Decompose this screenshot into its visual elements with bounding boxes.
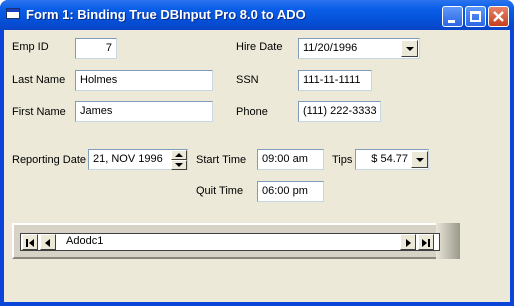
- quit-time-field[interactable]: 06:00 pm: [257, 181, 324, 202]
- minimize-icon: [448, 20, 455, 23]
- form-client-area: Emp ID 7 Last Name Holmes First Name Jam…: [4, 30, 510, 302]
- start-time-field[interactable]: 09:00 am: [257, 149, 324, 170]
- reporting-date-spin-up[interactable]: [171, 150, 187, 160]
- next-record-icon: [406, 239, 411, 247]
- last-name-label: Last Name: [12, 74, 66, 86]
- tips-label: Tips: [332, 154, 353, 166]
- first-record-button[interactable]: [22, 234, 38, 250]
- title-bar[interactable]: Form 1: Binding True DBInput Pro 8.0 to …: [0, 0, 514, 30]
- application-window: Form 1: Binding True DBInput Pro 8.0 to …: [0, 0, 514, 306]
- first-name-label: First Name: [12, 106, 66, 118]
- app-icon: [6, 8, 20, 19]
- reporting-date-spin-down[interactable]: [171, 160, 187, 170]
- minimize-button[interactable]: [442, 6, 463, 27]
- ssn-field[interactable]: 111-11-1111: [298, 70, 372, 91]
- maximize-icon: [470, 11, 481, 22]
- close-button[interactable]: [488, 6, 509, 27]
- reporting-date-label: Reporting Date: [12, 154, 86, 166]
- last-record-button[interactable]: [418, 234, 434, 250]
- spin-down-icon: [175, 163, 183, 167]
- next-record-button[interactable]: [400, 234, 416, 250]
- emp-id-field[interactable]: 7: [75, 38, 117, 59]
- chevron-down-icon: [416, 158, 424, 162]
- last-name-field[interactable]: Holmes: [75, 70, 213, 91]
- hire-date-dropdown-button[interactable]: [401, 40, 418, 57]
- phone-label: Phone: [236, 106, 268, 118]
- phone-field[interactable]: (111) 222-3333: [298, 101, 381, 122]
- close-icon: [493, 11, 504, 22]
- adodc-caption: Adodc1: [66, 235, 104, 247]
- tips-dropdown-button[interactable]: [411, 151, 428, 168]
- previous-record-button[interactable]: [40, 234, 56, 250]
- maximize-button[interactable]: [465, 6, 486, 27]
- window-title: Form 1: Binding True DBInput Pro 8.0 to …: [26, 7, 306, 22]
- reporting-date-value: 21, NOV 1996: [93, 153, 163, 165]
- chevron-down-icon: [406, 47, 414, 51]
- hire-date-label: Hire Date: [236, 41, 283, 53]
- first-name-field[interactable]: James: [75, 101, 213, 122]
- quit-time-label: Quit Time: [196, 185, 244, 197]
- ssn-label: SSN: [236, 74, 259, 86]
- previous-record-icon: [45, 239, 50, 247]
- last-record-icon: [422, 239, 430, 247]
- hire-date-value: 11/20/1996: [303, 42, 358, 54]
- spin-up-icon: [175, 153, 183, 157]
- start-time-label: Start Time: [196, 154, 247, 166]
- tips-value: $ 54.77: [371, 153, 408, 165]
- first-record-icon: [26, 239, 34, 247]
- emp-id-label: Emp ID: [12, 41, 49, 53]
